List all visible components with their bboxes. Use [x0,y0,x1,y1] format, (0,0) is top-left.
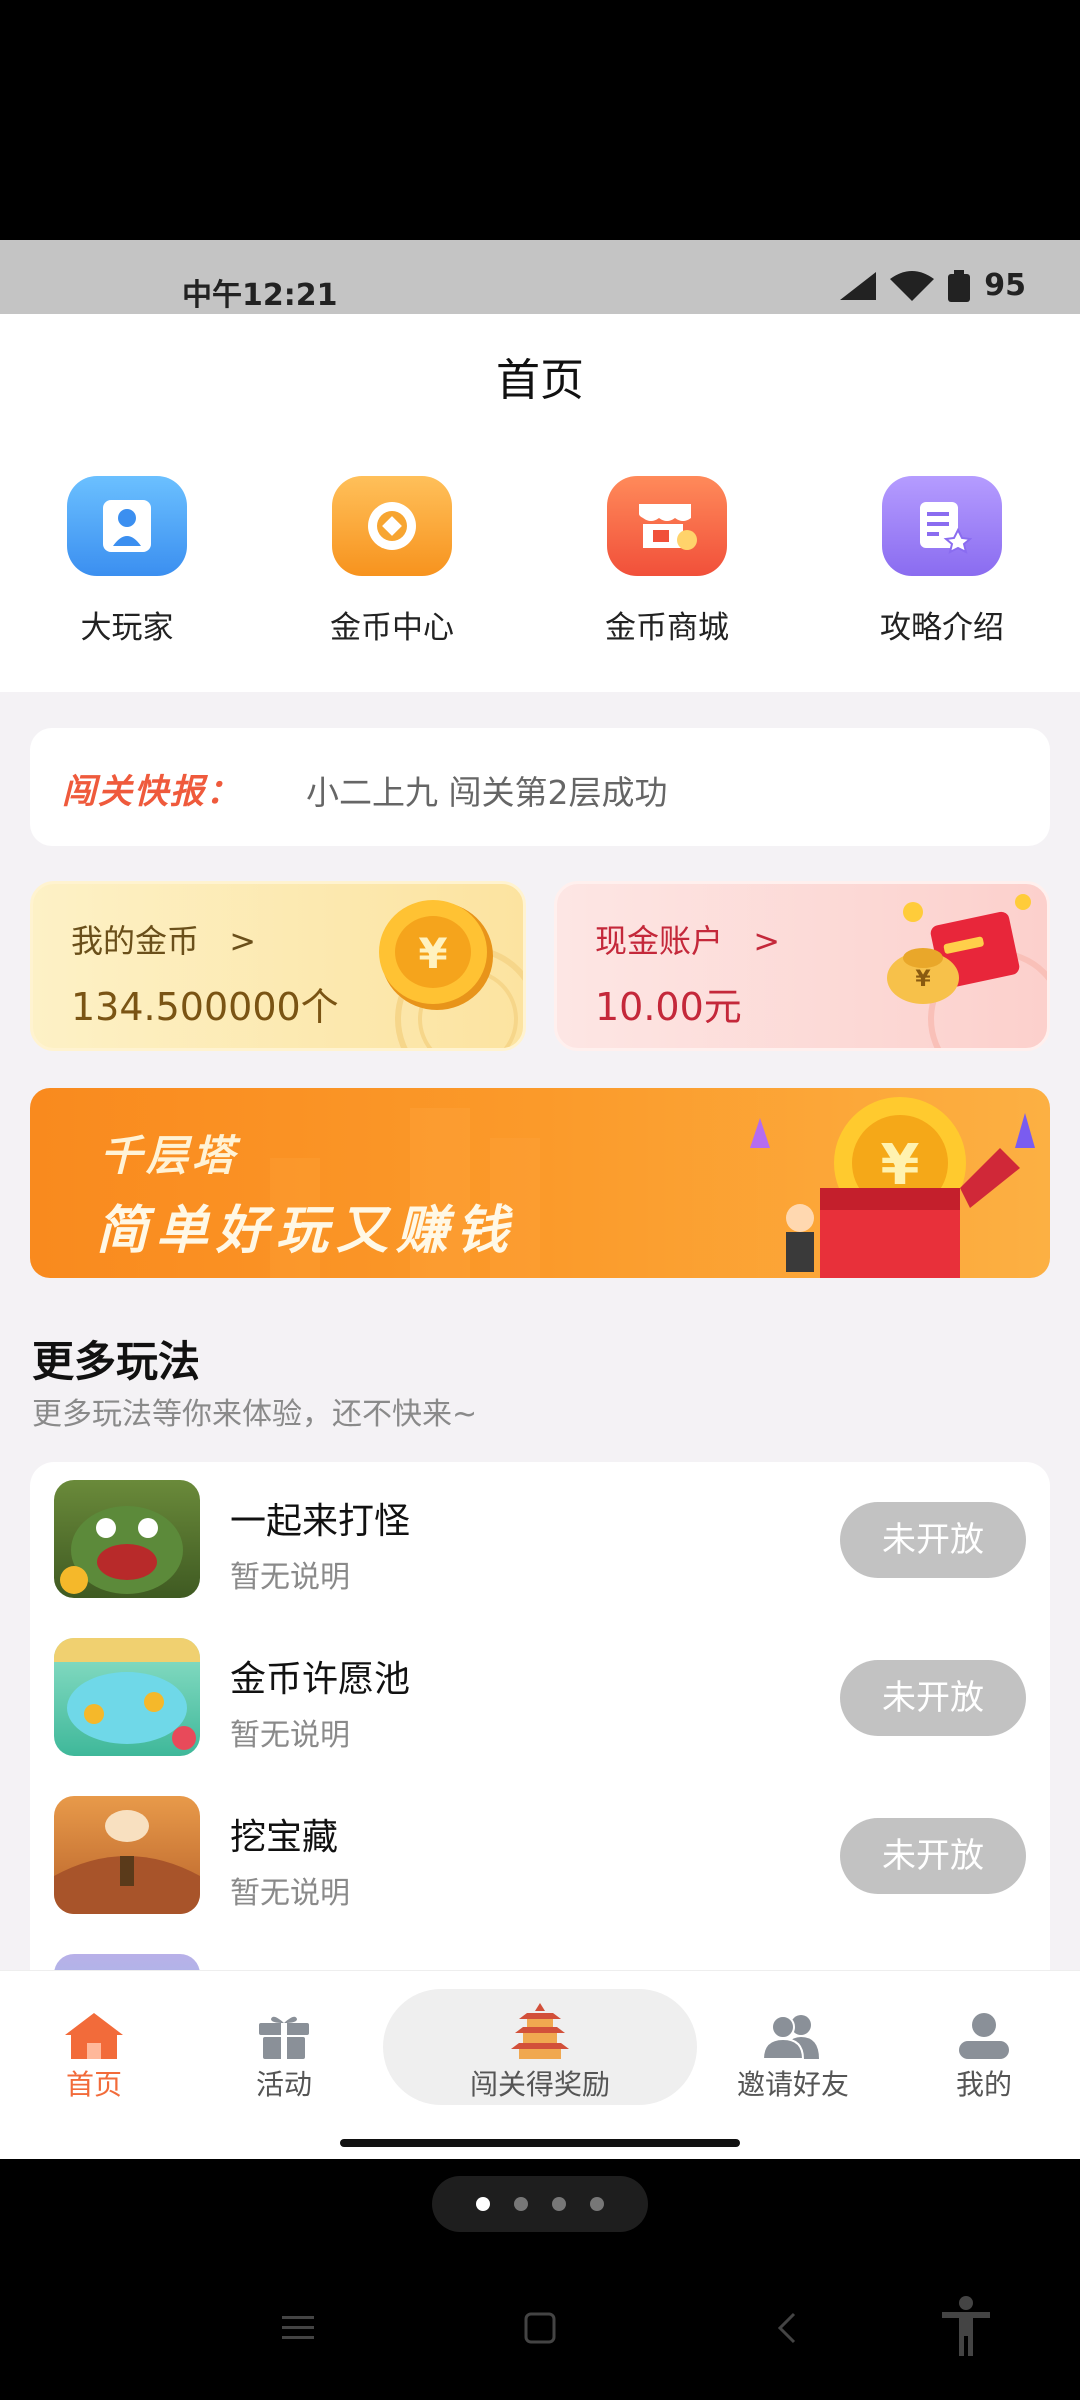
cash-title: 现金账户 > [595,916,780,962]
list-item[interactable]: 一起来打怪 暂无说明 未开放 [30,1462,1050,1620]
status-bar: 中午12:21 95 [0,240,1080,314]
back-icon[interactable] [772,2310,802,2346]
cash-title-text: 现金账户 [595,922,724,960]
friends-icon [703,2007,883,2059]
wifi-icon [890,270,935,301]
player-icon [67,476,187,576]
coin-icon: ¥ [379,900,493,1010]
coins-value: 134.500000个 [71,985,339,1029]
nav-item-profile[interactable]: 我的 [894,2007,1074,2103]
list-item[interactable]: 金币许愿池 暂无说明 未开放 [30,1620,1050,1778]
section-subtitle: 更多玩法等你来体验，还不快来~ [32,1397,478,1432]
home-button-icon[interactable] [522,2310,558,2346]
game-name: 挖宝藏 [230,1817,339,1858]
quick-action-label: 金币商城 [605,610,729,646]
page-dot [552,2197,566,2211]
chevron-right-icon: > [229,922,256,960]
quick-action-player[interactable]: 大玩家 [27,476,227,647]
cash-value: 10.00元 [595,985,742,1029]
game-wishing-pool-icon [54,1638,200,1756]
guide-icon [882,476,1002,576]
nav-item-activity[interactable]: 活动 [194,2007,374,2103]
svg-text:¥: ¥ [915,967,931,992]
quick-action-label: 大玩家 [80,610,174,646]
news-ticker[interactable]: 闯关快报： 小二上九 闯关第2层成功 [30,728,1050,846]
phone-screen: 中午12:21 95 首页 大玩家 金币中心 金币商城 攻略介绍 闯关快报： 小… [0,0,1080,2400]
status-time: 中午12:21 [182,278,338,313]
app-content: 首页 大玩家 金币中心 金币商城 攻略介绍 闯关快报： 小二上九 闯关第2层成功… [0,314,1080,2159]
gift-icon [194,2007,374,2059]
header-area: 首页 大玩家 金币中心 金币商城 攻略介绍 [0,314,1080,692]
nav-label: 我的 [955,2068,1012,2101]
game-name: 一起来打怪 [230,1501,411,1542]
status-icons: 95 [840,268,1026,303]
battery-icon [948,269,971,302]
game-name: 金币许愿池 [230,1659,411,1700]
pagoda-icon [450,2003,630,2059]
nav-item-challenge[interactable]: 闯关得奖励 [450,2003,630,2103]
coins-title-text: 我的金币 [71,922,200,960]
home-indicator[interactable] [340,2139,740,2147]
game-not-open-button[interactable]: 未开放 [840,1660,1026,1736]
banner-slogan: 简单好玩又赚钱 [96,1201,517,1261]
page-indicator [432,2176,648,2232]
accessibility-icon[interactable] [940,2296,992,2356]
my-coins-card[interactable]: ¥ 我的金币 > 134.500000个 [30,881,526,1051]
page-dot-active [476,2197,490,2211]
game-desc: 暂无说明 [230,1560,350,1595]
quick-action-label: 攻略介绍 [880,610,1004,646]
quick-action-coin-center[interactable]: 金币中心 [292,476,492,647]
chevron-right-icon: > [753,922,780,960]
signal-icon [840,271,877,300]
home-icon [4,2007,184,2059]
coins-title: 我的金币 > [71,916,256,962]
game-not-open-button[interactable]: 未开放 [840,1818,1026,1894]
banner-title: 千层塔 [100,1131,239,1180]
quick-action-guide[interactable]: 攻略介绍 [842,476,1042,647]
nav-item-home[interactable]: 首页 [4,2007,184,2103]
game-not-open-button[interactable]: 未开放 [840,1502,1026,1578]
svg-text:¥: ¥ [418,929,447,978]
nav-item-invite[interactable]: 邀请好友 [703,2007,883,2103]
page-title: 首页 [496,355,584,406]
promo-banner[interactable]: ¥ 千层塔 简单好玩又赚钱 [30,1088,1050,1278]
battery-percentage: 95 [984,268,1026,303]
cash-account-card[interactable]: ¥ 现金账户 > 10.00元 [554,881,1050,1051]
news-text: 小二上九 闯关第2层成功 [306,773,668,812]
red-envelope-icon: ¥ [887,894,1031,1004]
menu-icon[interactable] [278,2310,318,2344]
game-monster-icon [54,1480,200,1598]
game-desc: 暂无说明 [230,1876,350,1911]
shop-icon [607,476,727,576]
nav-label: 闯关得奖励 [469,2068,610,2101]
list-item[interactable]: 挖宝藏 暂无说明 未开放 [30,1778,1050,1936]
nav-label: 首页 [65,2068,122,2101]
profile-icon [894,2007,1074,2059]
game-treasure-dig-icon [54,1796,200,1914]
nav-label: 活动 [255,2068,312,2101]
quick-action-shop[interactable]: 金币商城 [567,476,767,647]
page-dot [590,2197,604,2211]
section-title: 更多玩法 [32,1337,201,1386]
news-tag: 闯关快报： [62,772,242,812]
coin-center-icon [332,476,452,576]
quick-action-label: 金币中心 [330,610,454,646]
game-desc: 暂无说明 [230,1718,350,1753]
nav-label: 邀请好友 [736,2068,849,2101]
treasure-box-icon: ¥ [750,1097,1035,1278]
bottom-nav: 首页 活动 闯关得奖励 邀请好友 我的 [0,1970,1080,2159]
page-dot [514,2197,528,2211]
